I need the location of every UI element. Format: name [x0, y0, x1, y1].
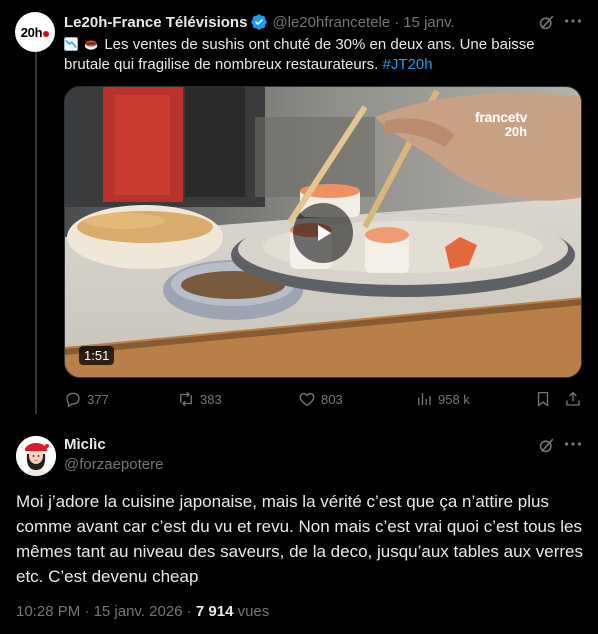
avatar-illustration	[16, 436, 56, 476]
thread-connector-line	[35, 52, 37, 414]
hashtag-link[interactable]: #JT20h	[383, 56, 433, 73]
reply-count: 377	[87, 391, 109, 407]
author-handle[interactable]: @le20hfrancetele	[272, 14, 390, 31]
video-player[interactable]: francetv 20h 1:51	[64, 86, 582, 378]
views-button[interactable]: 958 k	[415, 390, 470, 408]
reply-date[interactable]: 15 janv. 2026	[94, 603, 183, 620]
logo-dot	[43, 30, 50, 37]
repost-icon	[180, 391, 192, 407]
reply-meta: 10:28 PM · 15 janv. 2026 · 7 914 vues	[16, 603, 269, 620]
share-icon	[566, 391, 580, 406]
sushi-emoji	[85, 40, 98, 50]
reply-author-handle[interactable]: @forzaepotere	[64, 456, 163, 473]
bookmark-icon	[537, 391, 549, 407]
reply-button[interactable]: 377	[64, 390, 109, 408]
share-button[interactable]	[564, 390, 582, 408]
tweet-text: Les ventes de sushis ont chuté de 30% en…	[64, 35, 582, 75]
chart-decreasing-emoji	[64, 37, 78, 51]
reply-views-label: vues	[237, 603, 270, 620]
tweet-actions: 377 383 803 958 k	[64, 390, 582, 412]
more-icon[interactable]	[562, 10, 584, 32]
meta-separator-2: ·	[186, 603, 192, 620]
like-button[interactable]: 803	[298, 390, 343, 408]
tweet-header: Le20h-France Télévisions @le20hfrancetel…	[64, 13, 455, 31]
meta-separator: ·	[84, 603, 90, 620]
like-icon	[299, 392, 315, 407]
grok-icon[interactable]	[537, 13, 556, 32]
avatar-miclic[interactable]	[16, 436, 56, 476]
author-name[interactable]: Le20h-France Télévisions	[64, 14, 247, 31]
bookmark-button[interactable]	[534, 390, 552, 408]
avatar-logo-text: 20h	[20, 24, 43, 40]
reply-views-count: 7 914	[195, 603, 234, 620]
repost-button[interactable]: 383	[177, 390, 222, 408]
repost-count: 383	[200, 391, 222, 407]
tweet-body-text: Les ventes de sushis ont chuté de 30% en…	[64, 36, 535, 73]
verified-badge-icon	[251, 14, 268, 30]
play-icon	[318, 225, 331, 241]
more-icon[interactable]	[562, 433, 584, 455]
reply-text: Moi j’adore la cuisine japonaise, mais l…	[16, 492, 583, 586]
reply-author-name[interactable]: Mìclìc	[64, 436, 106, 453]
views-icon	[418, 393, 431, 405]
views-count: 958 k	[438, 391, 470, 407]
play-button[interactable]	[293, 203, 353, 263]
video-watermark: francetv 20h	[475, 109, 527, 139]
grok-icon[interactable]	[537, 436, 556, 455]
avatar-le20h[interactable]: 20h	[15, 12, 55, 52]
watermark-brand: francetv	[475, 109, 528, 125]
tweet-date[interactable]: 15 janv.	[403, 14, 454, 31]
like-count: 803	[321, 391, 343, 407]
reply-icon	[66, 392, 80, 408]
header-separator: ·	[394, 13, 400, 31]
watermark-channel: 20h	[504, 124, 528, 139]
reply-time[interactable]: 10:28 PM	[16, 603, 80, 620]
video-duration: 1:51	[79, 346, 115, 365]
